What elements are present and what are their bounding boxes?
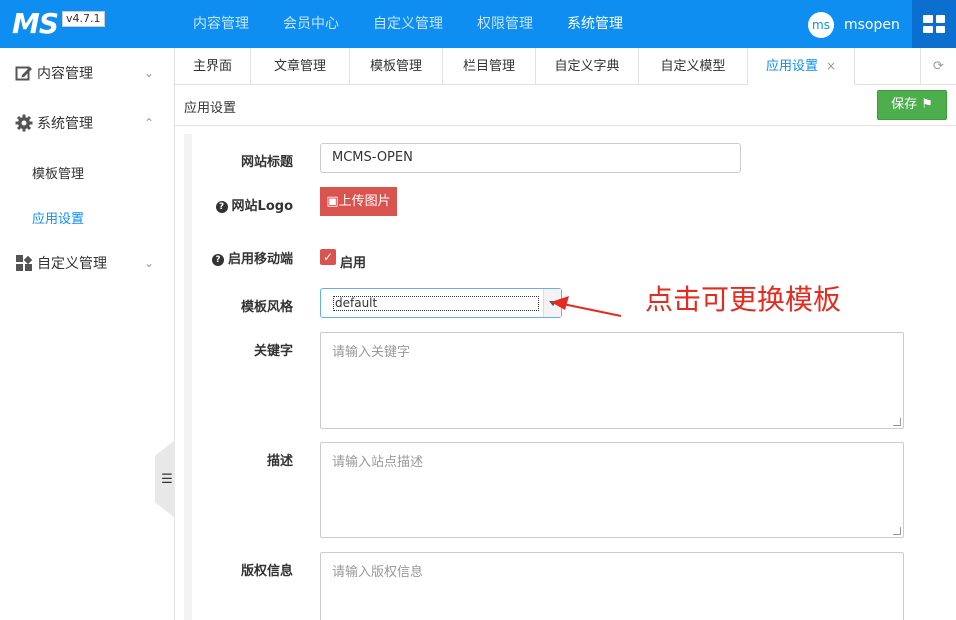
- sidebar-group-system[interactable]: 系统管理 ⌃: [0, 98, 175, 148]
- description-label: 描述: [266, 454, 293, 469]
- keywords-textarea[interactable]: 请输入关键字: [320, 332, 904, 429]
- tab-columns[interactable]: 栏目管理: [443, 48, 536, 85]
- tab-articles[interactable]: 文章管理: [251, 48, 350, 85]
- copyright-placeholder: 请输入版权信息: [332, 565, 424, 580]
- keywords-label: 关键字: [253, 344, 293, 359]
- version-badge: v4.7.1: [62, 11, 105, 27]
- app-logo[interactable]: MS v4.7.1: [12, 8, 105, 40]
- sidebar-group-content[interactable]: 内容管理 ⌄: [0, 48, 175, 98]
- sidebar-group-custom[interactable]: 自定义管理 ⌄: [0, 238, 175, 288]
- template-style-label: 模板风格: [240, 300, 293, 315]
- menu-collapse-icon: ☰: [161, 471, 173, 487]
- help-icon: ?: [211, 254, 224, 266]
- site-title-input[interactable]: MCMS-OPEN: [320, 143, 741, 173]
- user-menu[interactable]: ms msopen: [808, 12, 900, 38]
- annotation-text: 点击可更换模板: [645, 283, 842, 316]
- gear-icon: [15, 114, 33, 132]
- template-style-value: default: [333, 296, 539, 311]
- upload-label: 上传图片: [338, 194, 391, 209]
- close-icon[interactable]: ×: [826, 59, 836, 73]
- page-title: 应用设置: [184, 101, 237, 116]
- description-textarea[interactable]: 请输入站点描述: [320, 442, 904, 538]
- avatar: ms: [808, 12, 834, 38]
- topnav-custom[interactable]: 自定义管理: [356, 0, 460, 48]
- username: msopen: [844, 17, 900, 33]
- chevron-down-icon: ⌄: [144, 66, 155, 80]
- description-placeholder: 请输入站点描述: [332, 455, 424, 470]
- top-nav: 内容管理 会员中心 自定义管理 权限管理 系统管理: [176, 0, 640, 48]
- sidebar: 内容管理 ⌄ 系统管理 ⌃ 模板管理 应用设置 自定义管理 ⌄: [0, 48, 175, 620]
- logo-text: MS: [12, 7, 59, 40]
- save-button[interactable]: 保存 ⚑: [877, 90, 947, 120]
- chevron-up-icon: ⌃: [144, 116, 155, 130]
- tab-app-settings[interactable]: 应用设置 ×: [748, 48, 855, 85]
- tab-home[interactable]: 主界面: [175, 48, 251, 85]
- copyright-label: 版权信息: [240, 564, 293, 579]
- keywords-placeholder: 请输入关键字: [332, 345, 411, 360]
- top-bar: MS v4.7.1 内容管理 会员中心 自定义管理 权限管理 系统管理 ms m…: [0, 0, 956, 48]
- page-header: 应用设置 保存 ⚑: [175, 85, 956, 126]
- image-icon: ▣: [326, 194, 339, 209]
- mobile-enable-label: ? 启用移动端: [173, 248, 293, 267]
- tab-label: 应用设置: [765, 59, 818, 74]
- grid-icon: [16, 255, 33, 271]
- topnav-content[interactable]: 内容管理: [176, 0, 266, 48]
- save-label: 保存: [891, 97, 918, 112]
- resize-handle[interactable]: [893, 418, 901, 426]
- resize-handle[interactable]: [893, 527, 901, 535]
- apps-grid-button[interactable]: [912, 0, 956, 48]
- topnav-members[interactable]: 会员中心: [266, 0, 356, 48]
- annotation-arrow: [551, 296, 622, 317]
- topnav-permissions[interactable]: 权限管理: [460, 0, 550, 48]
- tab-custom-model[interactable]: 自定义模型: [639, 48, 748, 85]
- check-icon: ✓: [322, 250, 334, 264]
- tab-dictionary[interactable]: 自定义字典: [536, 48, 639, 85]
- tab-templates[interactable]: 模板管理: [350, 48, 443, 85]
- sidebar-group-label: 内容管理: [37, 66, 93, 82]
- mobile-enable-checkbox[interactable]: ✓: [320, 249, 336, 265]
- sidebar-group-label: 自定义管理: [37, 256, 107, 272]
- chevron-down-icon: ⌄: [144, 256, 155, 270]
- sidebar-group-label: 系统管理: [37, 116, 93, 132]
- flag-icon: ⚑: [921, 97, 933, 112]
- site-title-label: 网站标题: [240, 155, 293, 170]
- mobile-enable-check-label: 启用: [340, 256, 367, 271]
- copyright-textarea[interactable]: 请输入版权信息: [320, 552, 904, 620]
- site-logo-label: ? 网站Logo: [173, 195, 293, 214]
- tab-bar: 主界面 文章管理 模板管理 栏目管理 自定义字典 自定义模型 应用设置 × ⟳: [175, 48, 956, 85]
- grid-icon: [923, 15, 945, 33]
- topnav-system[interactable]: 系统管理: [550, 0, 640, 48]
- upload-image-button[interactable]: ▣上传图片: [320, 187, 397, 216]
- sidebar-item-app-settings[interactable]: 应用设置: [32, 208, 84, 227]
- help-icon: ?: [215, 201, 228, 213]
- template-style-select[interactable]: default: [320, 288, 562, 318]
- edit-icon: [15, 66, 32, 81]
- sidebar-item-templates[interactable]: 模板管理: [32, 163, 84, 182]
- refresh-icon[interactable]: ⟳: [920, 48, 956, 85]
